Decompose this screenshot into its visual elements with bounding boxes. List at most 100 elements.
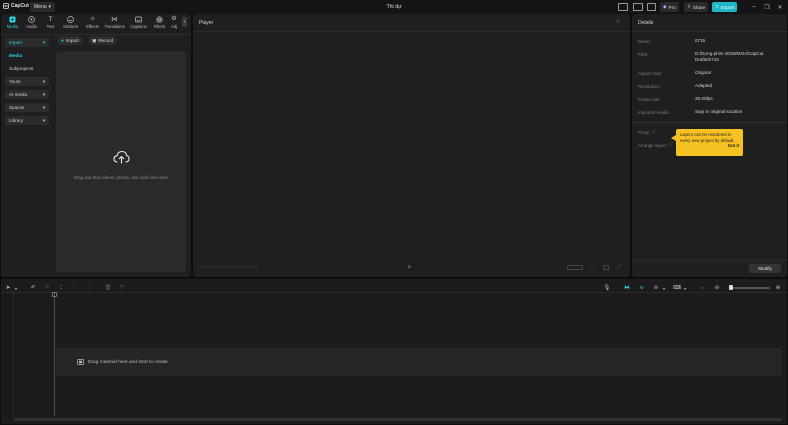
export-icon: ⇧: [715, 4, 719, 9]
playhead-handle[interactable]: [52, 292, 57, 297]
tool-stickers[interactable]: Stickers: [61, 16, 80, 32]
pro-button[interactable]: ◆ Pro: [660, 2, 679, 12]
player-title: Player: [199, 20, 214, 26]
link-icon[interactable]: ⧓: [623, 284, 631, 292]
zoom-in-icon[interactable]: ⊕: [774, 284, 782, 292]
sidebar-item-subprojects[interactable]: Subprojects: [5, 64, 49, 73]
chevron-down-icon: ▾: [42, 91, 45, 97]
info-icon[interactable]: ⓘ: [669, 142, 673, 148]
split-left-icon[interactable]: ⁞: [71, 284, 79, 292]
chevron-right-icon: ›: [183, 19, 186, 25]
chevron-down-icon: ▾: [42, 78, 45, 84]
share-icon: ⇪: [687, 4, 691, 9]
chevron-down-icon[interactable]: ▾: [12, 284, 20, 292]
timeline-scrollbar[interactable]: [14, 418, 782, 421]
chevron-down-icon[interactable]: ▾: [660, 284, 668, 292]
film-icon: [77, 359, 84, 365]
captions-icon: [135, 16, 142, 23]
zoom-out-icon[interactable]: ⊖: [713, 284, 721, 292]
stickers-icon: [67, 16, 74, 23]
sidebar-item-yours[interactable]: Yours ▾: [5, 77, 49, 86]
filters-icon: [156, 16, 163, 23]
timecode-placeholder: [197, 265, 257, 269]
import-button[interactable]: ● Import: [57, 36, 83, 45]
maximize-icon[interactable]: ❐: [763, 3, 771, 11]
crop-icon[interactable]: ⛶: [589, 264, 593, 270]
modify-button[interactable]: Modify: [749, 264, 781, 273]
tool-media[interactable]: Media: [3, 16, 22, 32]
quality-icon[interactable]: [603, 265, 609, 270]
chevron-down-icon: ▾: [42, 104, 45, 110]
sidebar-item-import[interactable]: Import ▾: [5, 38, 49, 47]
detail-label-name: Name:: [638, 39, 651, 44]
zoom-slider-handle[interactable]: [729, 285, 733, 290]
marker-icon[interactable]: ⛉: [118, 284, 126, 292]
arrange-layers-row: Arrange layers ⓘ: [638, 142, 673, 148]
ratio-button[interactable]: [567, 265, 583, 270]
play-icon[interactable]: ▶: [408, 264, 412, 270]
shortcuts-icon[interactable]: [633, 3, 643, 11]
media-dropzone[interactable]: Drag and drop videos, photos, and audio …: [56, 51, 186, 272]
undo-icon[interactable]: ↶: [29, 284, 37, 292]
notification-icon[interactable]: [647, 3, 656, 11]
detail-value-path: D:/Dựng phim 2025/MXH/CapCut Drafts/0715: [695, 51, 764, 62]
info-icon[interactable]: ⓘ: [651, 129, 655, 135]
audio-icon: [28, 16, 35, 23]
detail-value-frame-rate: 25.00fps: [695, 96, 713, 101]
divider: [1, 292, 787, 293]
tool-text[interactable]: T Text: [41, 16, 60, 32]
chevron-down-icon: ▾: [42, 117, 45, 123]
detail-label-aspect-ratio: Aspect ratio:: [638, 71, 663, 76]
tooltip-text: Layers can be reordered in every new pro…: [680, 132, 735, 143]
sidebar-item-library[interactable]: Library ▾: [5, 116, 49, 125]
zoom-fit-icon[interactable]: ⇔: [699, 284, 707, 292]
details-title: Details: [638, 20, 654, 26]
sidebar-item-spaces[interactable]: Spaces ▾: [5, 103, 49, 112]
tool-transitions[interactable]: ⋈ Transitions: [104, 16, 124, 32]
select-cursor-icon[interactable]: ➤: [4, 284, 12, 292]
got-it-button[interactable]: Got it: [680, 143, 739, 149]
magnet-icon[interactable]: ⊍: [638, 284, 646, 292]
caption-track-icon[interactable]: ⌨: [673, 284, 681, 292]
microphone-icon[interactable]: 🎙: [603, 284, 611, 292]
close-icon[interactable]: ✕: [776, 3, 784, 11]
diamond-icon: ◆: [663, 4, 667, 9]
drag-hint: Drag material here and start to create: [77, 359, 168, 365]
layout-icon[interactable]: [618, 3, 628, 11]
chevron-down-icon[interactable]: ▾: [681, 284, 689, 292]
plus-circle-icon: ●: [61, 38, 64, 43]
detail-value-aspect-ratio: Original: [695, 70, 711, 75]
split-icon[interactable]: ⌶: [57, 284, 65, 292]
fullscreen-icon[interactable]: ⤢: [617, 264, 621, 270]
delete-icon[interactable]: 🗑: [104, 284, 112, 292]
tool-audio[interactable]: Audio: [22, 16, 41, 32]
more-tools-button[interactable]: ›: [182, 17, 187, 27]
export-button[interactable]: ⇧ Export: [712, 2, 738, 12]
tool-effects[interactable]: ✧ Effects: [83, 16, 102, 32]
detail-label-imported-media: Imported media:: [638, 110, 670, 115]
preview-axis-icon[interactable]: ⊖: [652, 284, 660, 292]
minimize-icon[interactable]: –: [750, 3, 758, 11]
playhead[interactable]: [54, 292, 55, 416]
divider: [632, 260, 787, 261]
split-right-icon[interactable]: ⁞: [86, 284, 94, 292]
redo-icon[interactable]: ↷: [43, 284, 51, 292]
tool-adjustment[interactable]: ⚙ Adj: [167, 16, 181, 32]
adjustment-icon: ⚙: [171, 16, 177, 22]
zoom-slider-track[interactable]: [730, 287, 770, 289]
layers-tooltip: Layers can be reordered in every new pro…: [676, 129, 743, 156]
menu-lines-icon[interactable]: ≡: [616, 19, 620, 25]
sidebar-item-media[interactable]: Media: [5, 51, 49, 60]
share-button[interactable]: ⇪ Share: [684, 2, 709, 12]
record-button[interactable]: ▣ Record: [88, 36, 118, 45]
detail-label-frame-rate: Frame rate:: [638, 97, 661, 102]
chevron-down-icon: ▾: [42, 39, 45, 45]
tool-captions[interactable]: Captions: [129, 16, 148, 32]
sidebar-item-ai-media[interactable]: AI media ▾: [5, 90, 49, 99]
player-panel: Player ≡ ▶ ⛶ ⤢: [193, 14, 630, 277]
text-icon: T: [48, 16, 53, 23]
detail-label-resolution: Resolution:: [638, 84, 660, 89]
detail-value-name: 0715: [695, 38, 706, 43]
main-track-dropzone[interactable]: Drag material here and start to create: [56, 348, 782, 376]
upload-cloud-icon: [113, 150, 130, 164]
